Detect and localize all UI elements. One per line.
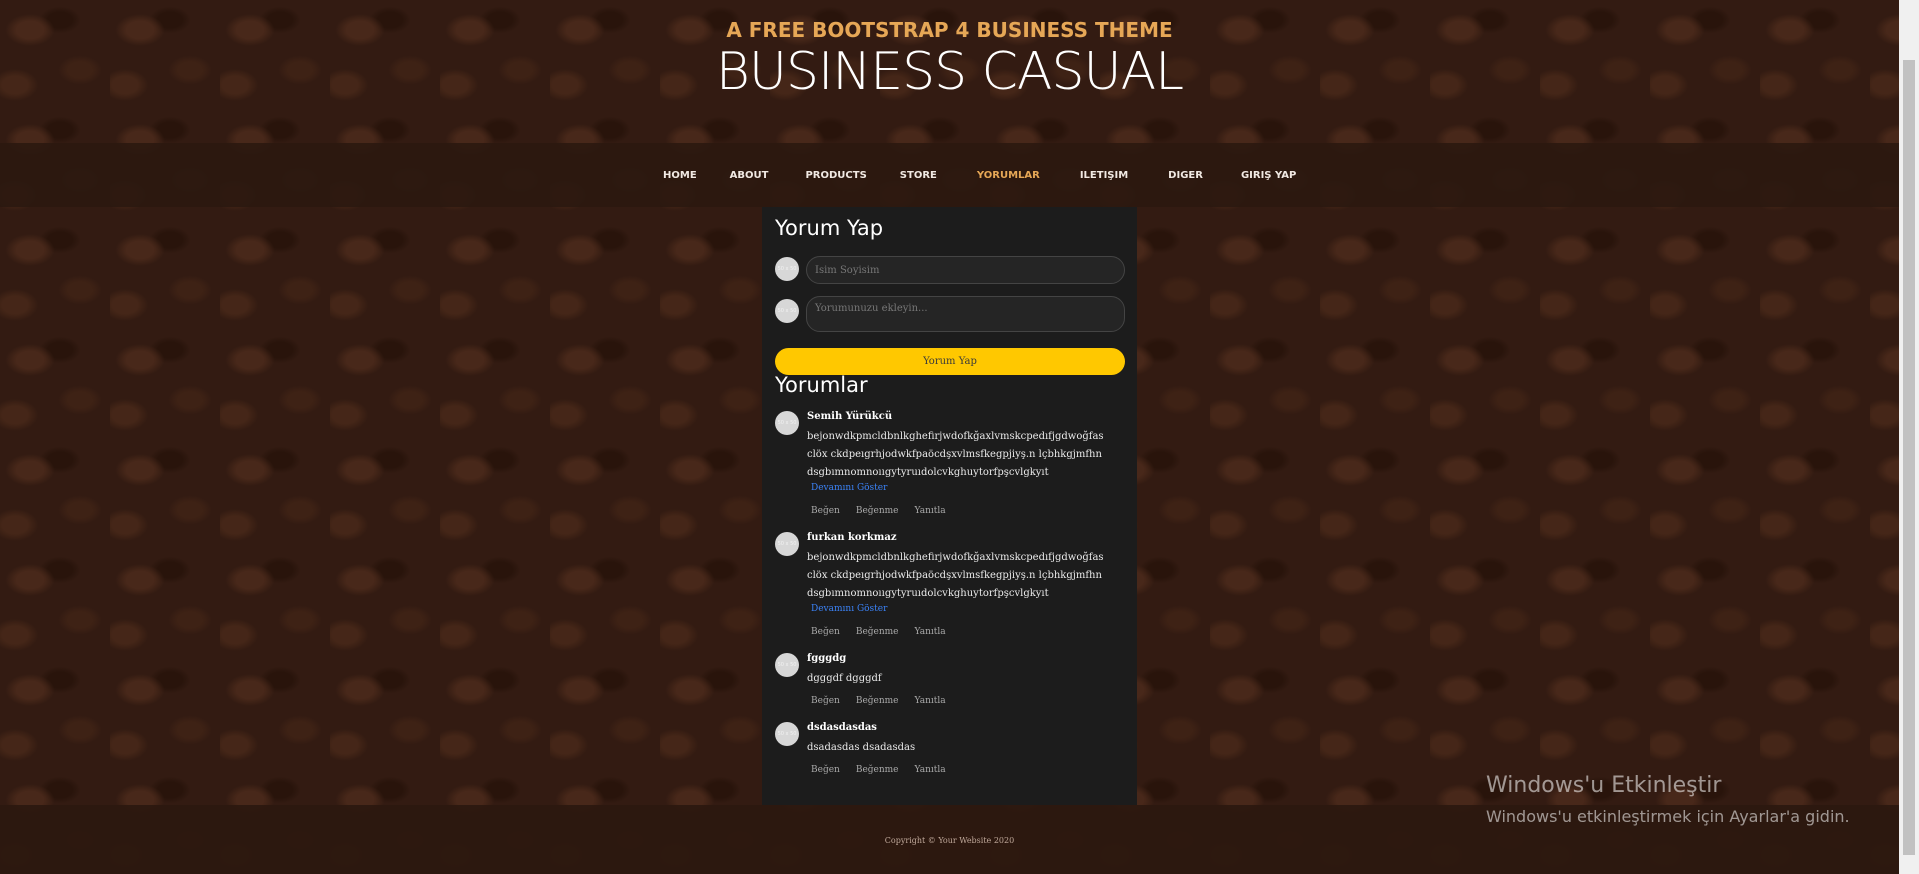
show-more-link[interactable]: Devamını Göster [811,604,887,614]
comment-author: furkan korkmaz [807,532,897,543]
reply-button[interactable]: Yanıtla [915,696,946,706]
nav-item-store[interactable]: STORE [900,170,937,181]
comment-author: Semih Yürükcü [807,411,893,422]
show-more-link[interactable]: Devamını Göster [811,483,887,493]
site-subtitle: A FREE BOOTSTRAP 4 BUSINESS THEME [726,18,1173,42]
comment-form-heading: Yorum Yap [775,216,884,240]
dislike-button[interactable]: Beğenme [856,627,899,637]
nav-item-products[interactable]: PRODUCTS [805,170,866,181]
avatar: 50 x 50 [775,257,799,281]
dislike-button[interactable]: Beğenme [856,765,899,775]
comment-actions: Beğen Beğenme Yanıtla [811,696,946,706]
copyright-text: Copyright © Your Website 2020 [884,836,1015,845]
dislike-button[interactable]: Beğenme [856,696,899,706]
comment-text: dgggdf dgggdf [807,673,882,684]
windows-activation-subtitle: Windows'u etkinleştirmek için Ayarlar'a … [1486,807,1850,826]
comment-actions: Beğen Beğenme Yanıtla [811,627,946,637]
avatar: 50 x 50 [775,653,799,677]
comment-actions: Beğen Beğenme Yanıtla [811,506,946,516]
comment-textarea[interactable] [806,296,1125,332]
nav-list: HOME ABOUT PRODUCTS STORE YORUMLAR ILETI… [663,143,1296,207]
nav-item-about[interactable]: ABOUT [730,170,769,181]
comment-text: dsadasdas dsadasdas [807,742,916,753]
name-input[interactable] [806,256,1125,284]
comment-text: bejonwdkpmcldbnlkghefirjwdofkğaxlvmskcpe… [807,552,1104,599]
comment-actions: Beğen Beğenme Yanıtla [811,765,946,775]
like-button[interactable]: Beğen [811,627,840,637]
site-header: A FREE BOOTSTRAP 4 BUSINESS THEME BUSINE… [0,0,1899,143]
comment-author: dsdasdasdas [807,722,877,733]
vertical-scrollbar[interactable] [1899,0,1919,874]
comment-item: 50 x 50 dsdasdasdas dsadasdas dsadasdas … [775,722,1125,782]
avatar: 50 x 50 [775,411,799,435]
windows-activation-title: Windows'u Etkinleştir [1486,773,1722,798]
nav-item-diger[interactable]: DIGER [1168,170,1203,181]
comments-panel: Yorum Yap 50 x 50 50 x 50 Yorum Yap Yoru… [762,207,1137,805]
nav-item-giris-yap[interactable]: GIRIŞ YAP [1241,170,1296,181]
comments-heading: Yorumlar [775,373,868,397]
nav-item-home[interactable]: HOME [663,170,697,181]
avatar: 50 x 50 [775,299,799,323]
reply-button[interactable]: Yanıtla [915,765,946,775]
like-button[interactable]: Beğen [811,506,840,516]
nav-item-yorumlar[interactable]: YORUMLAR [977,170,1040,181]
comment-item: 50 x 50 fgggdg dgggdf dgggdf Beğen Beğen… [775,653,1125,713]
like-button[interactable]: Beğen [811,696,840,706]
submit-comment-button[interactable]: Yorum Yap [775,348,1125,375]
reply-button[interactable]: Yanıtla [915,506,946,516]
reply-button[interactable]: Yanıtla [915,627,946,637]
comment-author: fgggdg [807,653,847,664]
dislike-button[interactable]: Beğenme [856,506,899,516]
nav-item-iletisim[interactable]: ILETIŞIM [1080,170,1128,181]
site-title: BUSINESS CASUAL [715,42,1184,102]
comment-item: 50 x 50 Semih Yürükcü bejonwdkpmcldbnlkg… [775,411,1125,521]
avatar: 50 x 50 [775,722,799,746]
like-button[interactable]: Beğen [811,765,840,775]
main-navbar: HOME ABOUT PRODUCTS STORE YORUMLAR ILETI… [0,143,1899,207]
avatar: 50 x 50 [775,532,799,556]
scrollbar-thumb[interactable] [1903,60,1915,855]
comment-text: bejonwdkpmcldbnlkghefirjwdofkğaxlvmskcpe… [807,431,1104,478]
comment-item: 50 x 50 furkan korkmaz bejonwdkpmcldbnlk… [775,532,1125,642]
